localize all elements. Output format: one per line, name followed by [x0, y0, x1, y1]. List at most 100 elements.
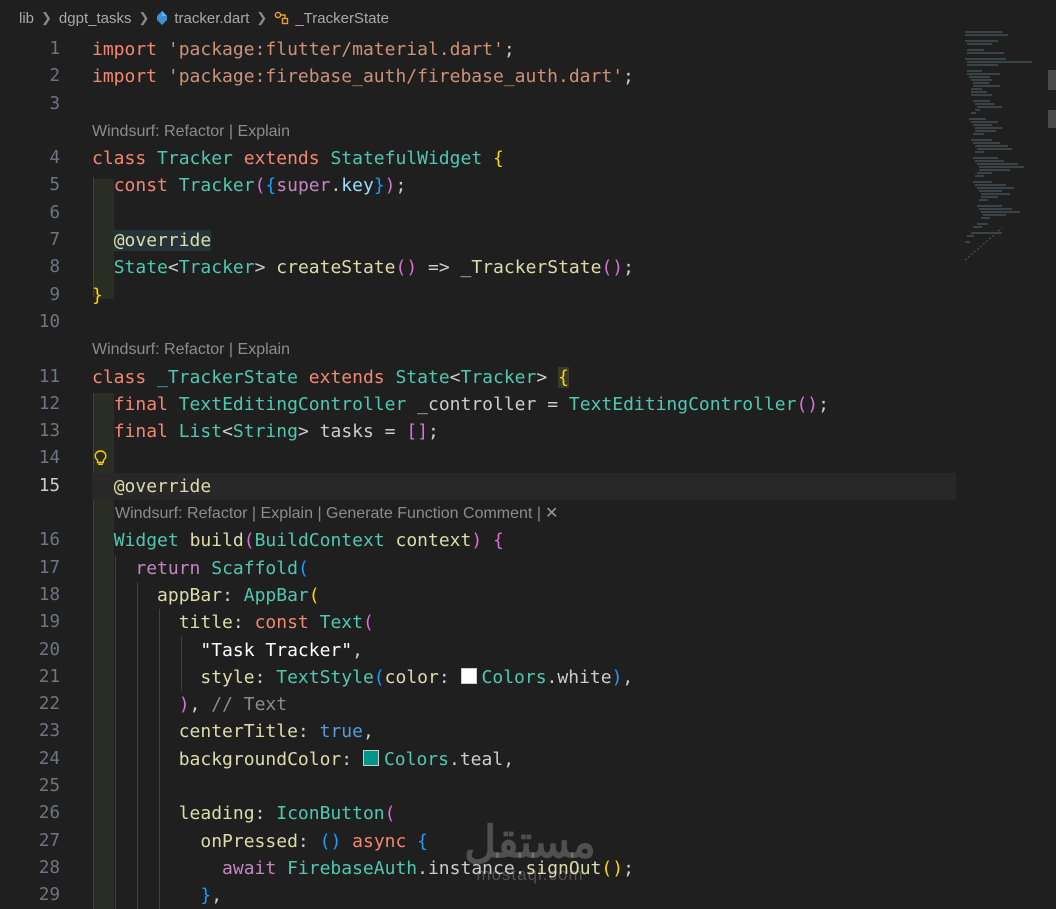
- code-line[interactable]: @override: [92, 473, 212, 500]
- line-number: 4: [49, 148, 60, 169]
- token: _TrackerState: [460, 257, 602, 279]
- breadcrumb-item-lib[interactable]: lib: [19, 10, 34, 27]
- token: // Text: [211, 694, 288, 716]
- line-number: 22: [38, 694, 60, 715]
- token: (: [308, 584, 320, 606]
- codelens[interactable]: Windsurf: Refactor | Explain | Generate …: [115, 500, 558, 527]
- line-number: 9: [49, 284, 60, 305]
- code-line[interactable]: leading: IconButton(: [92, 800, 396, 827]
- token: {: [493, 530, 504, 552]
- token: >: [536, 366, 548, 388]
- token: }: [200, 885, 212, 907]
- codelens-text: Windsurf: Refactor | Explain | Generate …: [115, 505, 541, 523]
- line-number: 10: [38, 311, 60, 332]
- token: BuildContext: [254, 530, 385, 552]
- token: return: [135, 557, 201, 579]
- token: :: [232, 612, 244, 634]
- token: class: [92, 148, 147, 170]
- token: <: [449, 366, 461, 388]
- code-line[interactable]: ), // Text: [92, 691, 287, 718]
- lightbulb-icon[interactable]: [94, 450, 107, 467]
- code-line[interactable]: backgroundColor: Colors.teal,: [92, 746, 514, 773]
- minimap[interactable]: [962, 28, 1042, 268]
- line-number: 29: [38, 885, 60, 906]
- vertical-scrollbar[interactable]: [1046, 36, 1056, 909]
- line-number: 15: [38, 475, 60, 496]
- token: (: [384, 803, 396, 825]
- code-line[interactable]: import 'package:firebase_auth/firebase_a…: [92, 63, 634, 90]
- line-number: 24: [38, 748, 60, 769]
- code-line[interactable]: },: [92, 882, 222, 909]
- code-line[interactable]: onPressed: () async {: [92, 828, 428, 855]
- code-line[interactable]: @override: [92, 227, 212, 254]
- token: Text: [319, 612, 363, 634]
- line-number: 27: [38, 830, 60, 851]
- token: await: [222, 857, 277, 879]
- code-editor[interactable]: 1 import 'package:flutter/material.dart';…: [0, 36, 960, 909]
- code-line[interactable]: return Scaffold(: [92, 555, 309, 582]
- code-line[interactable]: centerTitle: true,: [92, 718, 374, 745]
- token: IconButton: [276, 803, 385, 825]
- breadcrumb-item-symbol[interactable]: _TrackerState: [274, 10, 389, 27]
- code-line[interactable]: style: TextStyle(color: Colors.white),: [92, 664, 633, 691]
- breadcrumb-item-folder[interactable]: dgpt_tasks: [59, 10, 132, 27]
- token: Tracker: [178, 175, 255, 197]
- code-line[interactable]: "Task Tracker",: [92, 637, 363, 664]
- token: ;: [395, 175, 407, 197]
- token: ,: [362, 721, 374, 743]
- token: List: [178, 421, 223, 443]
- token: const: [254, 612, 309, 634]
- token: Colors: [383, 748, 449, 770]
- token: ,: [211, 885, 223, 907]
- token: createState: [276, 257, 396, 279]
- close-icon[interactable]: ✕: [545, 505, 558, 522]
- color-swatch-teal[interactable]: [362, 749, 379, 766]
- token: @override: [113, 475, 212, 497]
- token: {: [493, 148, 504, 170]
- token: <: [222, 421, 233, 443]
- token: :: [297, 721, 309, 743]
- scrollbar-thumb[interactable]: [1048, 70, 1056, 90]
- breadcrumb-item-file[interactable]: tracker.dart: [156, 10, 249, 27]
- code-line[interactable]: Widget build(BuildContext context) {: [92, 527, 504, 554]
- chevron-right-icon: ❯: [138, 10, 150, 25]
- token: 'package:flutter/material.dart': [167, 39, 504, 60]
- token: TextStyle: [276, 666, 374, 688]
- token: :: [254, 803, 266, 825]
- code-line[interactable]: const Tracker({super.key});: [92, 172, 407, 199]
- code-line[interactable]: appBar: AppBar(: [92, 582, 320, 609]
- token: State: [113, 257, 168, 279]
- code-line[interactable]: State<Tracker> createState() => _Tracker…: [92, 254, 634, 281]
- token: }: [92, 284, 103, 306]
- token: onPressed: [200, 830, 298, 852]
- dart-file-icon: [157, 11, 168, 25]
- token: (): [796, 393, 819, 415]
- token: (): [601, 257, 624, 279]
- token: .: [417, 857, 428, 879]
- code-line[interactable]: }: [92, 282, 103, 309]
- line-number: 28: [38, 857, 60, 878]
- code-line[interactable]: class Tracker extends StatefulWidget {: [92, 145, 504, 172]
- line-number: 11: [38, 366, 60, 387]
- codelens[interactable]: Windsurf: Refactor | Explain: [92, 118, 290, 145]
- codelens[interactable]: Windsurf: Refactor | Explain: [92, 336, 290, 363]
- current-line-highlight: [92, 472, 956, 500]
- code-line[interactable]: import 'package:flutter/material.dart';: [92, 36, 515, 63]
- code-line[interactable]: class _TrackerState extends State<Tracke…: [92, 364, 569, 391]
- token: {: [558, 366, 569, 388]
- scrollbar-marker: [1048, 110, 1056, 128]
- code-line[interactable]: title: const Text(: [92, 609, 374, 636]
- code-line[interactable]: final TextEditingController _controller …: [92, 391, 829, 418]
- line-number: 13: [38, 421, 60, 442]
- token: ;: [818, 393, 829, 415]
- token: async: [352, 830, 407, 852]
- token: style: [200, 666, 255, 688]
- token: <: [167, 257, 179, 279]
- color-swatch-white[interactable]: [460, 667, 477, 684]
- token: (: [297, 557, 309, 579]
- chevron-right-icon: ❯: [41, 10, 52, 25]
- line-number: 23: [38, 721, 60, 742]
- code-line[interactable]: final List<String> tasks = [];: [92, 418, 439, 445]
- chevron-right-icon: ❯: [256, 10, 268, 25]
- line-number: 5: [49, 175, 60, 196]
